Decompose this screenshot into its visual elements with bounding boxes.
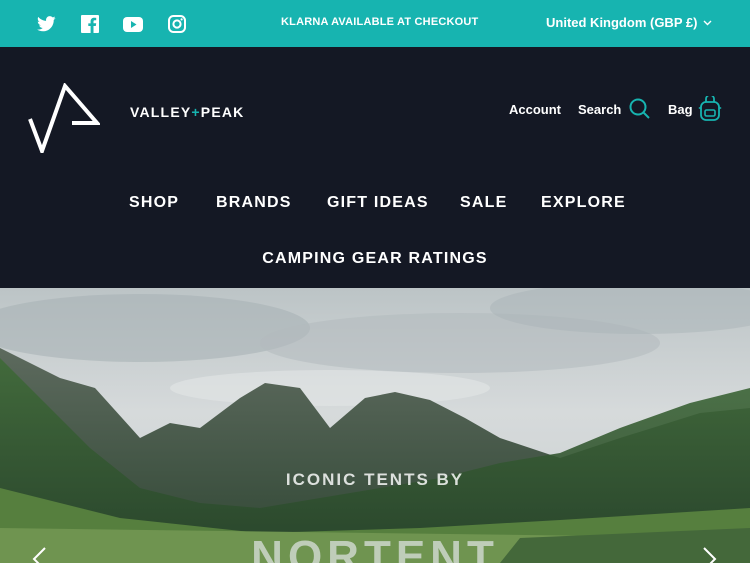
nav-brands[interactable]: BRANDS (216, 194, 292, 212)
hero-heading: ICONIC TENTS BY (285, 470, 465, 489)
announcement-bar: KLARNA AVAILABLE AT CHECKOUT United King… (0, 0, 750, 47)
site-header: VALLEY+PEAK Account Search Bag SHOP BRAN… (0, 47, 750, 288)
hero-brand-wordmark: NORTENT (251, 532, 499, 563)
search-link[interactable]: Search (578, 102, 621, 117)
hero-banner: ICONIC TENTS BY NORTENT (0, 288, 750, 563)
account-link[interactable]: Account (509, 102, 561, 117)
chevron-down-icon (703, 20, 712, 26)
mountain-landscape-image (0, 288, 750, 563)
youtube-icon[interactable] (123, 14, 143, 34)
region-selector[interactable]: United Kingdom (GBP £) (546, 15, 712, 30)
carousel-next-icon[interactable] (701, 546, 719, 563)
brand-plus: + (191, 104, 201, 120)
nav-sale[interactable]: SALE (460, 194, 507, 212)
klarna-announcement: KLARNA AVAILABLE AT CHECKOUT (281, 16, 479, 28)
nav-shop[interactable]: SHOP (129, 194, 179, 212)
search-icon[interactable] (629, 98, 650, 119)
backpack-icon[interactable] (698, 96, 722, 122)
bag-link[interactable]: Bag (668, 102, 693, 117)
region-label: United Kingdom (GBP £) (546, 15, 698, 30)
valley-peak-logo-icon[interactable] (28, 83, 100, 153)
brand-wordmark[interactable]: VALLEY+PEAK (130, 104, 244, 120)
twitter-icon[interactable] (36, 14, 56, 34)
facebook-icon[interactable] (80, 14, 100, 34)
nav-gift-ideas[interactable]: GIFT IDEAS (327, 194, 429, 212)
carousel-prev-icon[interactable] (30, 546, 48, 563)
nav-camping-gear-ratings[interactable]: CAMPING GEAR RATINGS (0, 250, 750, 268)
brand-prefix: VALLEY (130, 104, 192, 120)
instagram-icon[interactable] (167, 14, 187, 34)
nav-explore[interactable]: EXPLORE (541, 194, 626, 212)
brand-suffix: PEAK (200, 104, 245, 120)
